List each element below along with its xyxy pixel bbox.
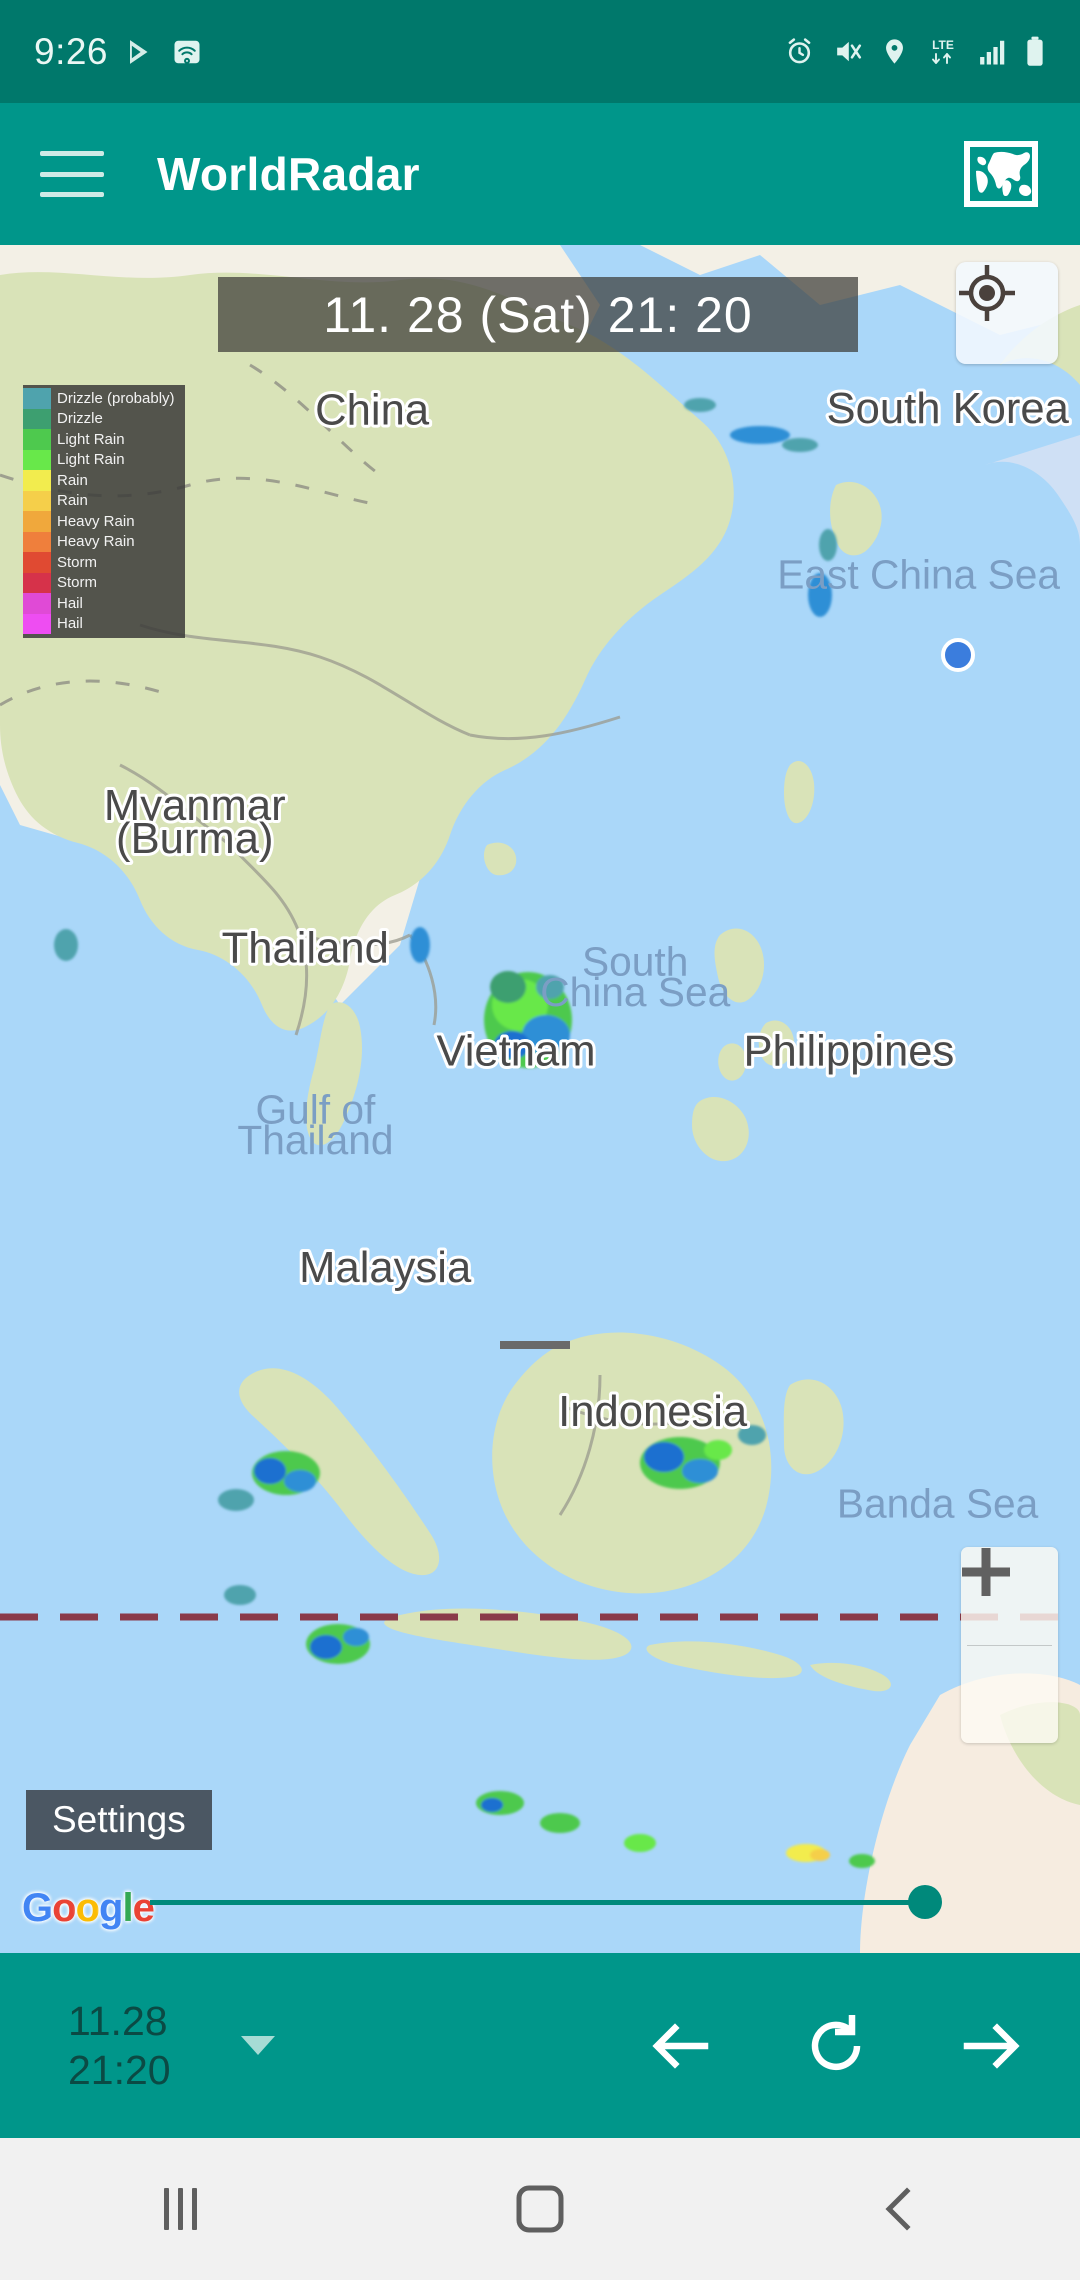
wifi-icon — [174, 40, 200, 64]
legend-color-swatch — [23, 388, 51, 409]
svg-text:LTE: LTE — [932, 38, 954, 52]
legend-label: Rain — [57, 471, 88, 489]
legend-row: Storm — [23, 552, 185, 573]
phone-screen: 9:26 LTE WorldRadar China China South Ko… — [0, 0, 1080, 2280]
legend-color-swatch — [23, 429, 51, 450]
legend-color-swatch — [23, 449, 51, 470]
legend-label: Light Rain — [57, 430, 125, 448]
zoom-out-button[interactable] — [961, 1567, 1058, 1743]
settings-button-label: Settings — [52, 1799, 186, 1840]
lte-icon: LTE — [932, 38, 954, 64]
legend-row: Rain — [23, 470, 185, 491]
time-slider-track — [150, 1900, 925, 1905]
current-location-dot — [941, 638, 975, 672]
legend-row: Rain — [23, 490, 185, 511]
legend-row: Heavy Rain — [23, 511, 185, 532]
radar-timestamp-text: 11. 28 (Sat) 21: 20 — [323, 286, 753, 343]
legend-color-swatch — [23, 511, 51, 532]
status-bar: 9:26 LTE — [0, 0, 1080, 103]
legend-row: Heavy Rain — [23, 531, 185, 552]
world-map-icon[interactable] — [962, 139, 1040, 209]
bottom-toolbar: 11.28 21:20 — [0, 1953, 1080, 2138]
mute-icon — [837, 41, 862, 62]
legend-row: Light Rain — [23, 449, 185, 470]
legend-color-swatch — [23, 613, 51, 634]
app-title: WorldRadar — [157, 148, 420, 200]
map-canvas[interactable]: China China South Korea South Korea East Chi… — [0, 245, 1080, 1953]
legend-label: Hail — [57, 615, 83, 633]
legend-label: Drizzle — [57, 410, 103, 428]
legend-label: Light Rain — [57, 451, 125, 469]
legend-label: Storm — [57, 553, 98, 571]
status-bar-right: LTE — [784, 36, 1046, 67]
legend-label: Heavy Rain — [57, 512, 135, 530]
play-store-icon — [130, 39, 148, 64]
legend-color-swatch — [23, 552, 51, 573]
selected-frame-datetime: 11.28 21:20 — [68, 1998, 171, 2093]
settings-button[interactable]: Settings — [26, 1790, 212, 1850]
legend-row: Storm — [23, 572, 185, 593]
legend-row: Drizzle — [23, 408, 185, 429]
legend-color-swatch — [23, 593, 51, 614]
hamburger-menu-icon[interactable] — [40, 151, 104, 197]
alarm-icon — [788, 38, 811, 64]
legend-label: Storm — [57, 574, 98, 592]
legend-color-swatch — [23, 470, 51, 491]
legend-row: Drizzle (probably) — [23, 388, 185, 409]
legend-color-swatch — [23, 408, 51, 429]
legend-label: Hail — [57, 594, 83, 612]
my-location-icon[interactable] — [956, 262, 1058, 364]
legend-label: Drizzle (probably) — [57, 389, 175, 407]
map-center-marker — [500, 1341, 570, 1349]
zoom-controls[interactable] — [961, 1547, 1058, 1743]
legend-row: Light Rain — [23, 429, 185, 450]
legend-color-swatch — [23, 531, 51, 552]
status-clock: 9:26 — [34, 30, 109, 72]
time-slider-thumb[interactable] — [908, 1885, 942, 1919]
legend-color-swatch — [23, 490, 51, 511]
app-bar: WorldRadar — [0, 103, 1080, 245]
recents-icon[interactable] — [0, 2188, 360, 2230]
home-icon[interactable] — [360, 2185, 720, 2233]
caret-down-icon[interactable] — [240, 2036, 275, 2055]
refresh-icon[interactable] — [794, 2004, 878, 2088]
google-attribution: Google — [22, 1886, 155, 1930]
legend-row: Hail — [23, 613, 185, 634]
legend-label: Rain — [57, 492, 88, 510]
radar-intensity-legend: Drizzle (probably) Drizzle Light Rain Light… — [23, 385, 185, 638]
arrow-left-icon[interactable] — [638, 2004, 722, 2088]
time-slider[interactable] — [150, 1885, 942, 1919]
status-bar-left: 9:26 — [34, 31, 202, 73]
legend-row: Hail — [23, 593, 185, 614]
back-icon[interactable] — [720, 2185, 1080, 2233]
arrow-right-icon[interactable] — [950, 2004, 1034, 2088]
location-icon — [886, 39, 903, 64]
legend-color-swatch — [23, 572, 51, 593]
radar-timestamp-overlay: 11. 28 (Sat) 21: 20 — [218, 277, 858, 352]
battery-icon — [1027, 36, 1043, 66]
system-navigation-bar — [0, 2138, 1080, 2280]
playback-controls — [638, 2004, 1056, 2088]
signal-icon — [980, 40, 1005, 64]
legend-label: Heavy Rain — [57, 533, 135, 551]
